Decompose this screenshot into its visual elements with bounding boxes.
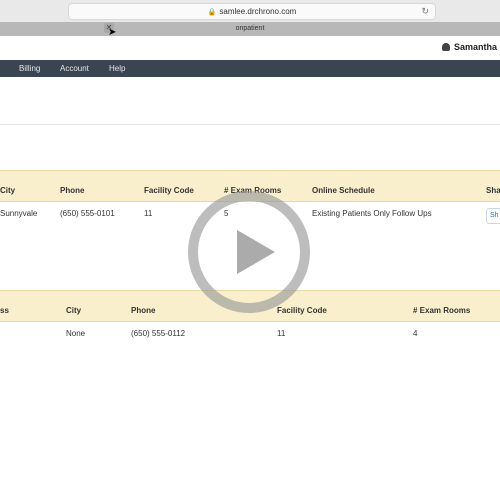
col-online-schedule: Online Schedule [312, 186, 375, 195]
tab-strip: onpatient ✕ [0, 22, 500, 37]
cell-city: Sunnyvale [0, 209, 38, 218]
share-button[interactable]: Sh [486, 208, 500, 224]
user-menu[interactable]: Samantha L [442, 42, 500, 52]
reload-icon[interactable]: ↻ [421, 4, 429, 19]
col-phone: Phone [131, 306, 156, 315]
col-city: City [66, 306, 82, 315]
browser-toolbar: 🔒 samlee.drchrono.com ↻ [0, 0, 500, 23]
tab-title[interactable]: onpatient [0, 22, 500, 36]
table-row: None (650) 555-0112 11 4 [0, 322, 500, 352]
lock-icon: 🔒 [207, 9, 217, 16]
main-nav: Billing Account Help [0, 60, 500, 77]
nav-billing[interactable]: Billing [19, 60, 40, 77]
url-text: samlee.drchrono.com [219, 7, 297, 16]
cell-city: None [66, 329, 86, 338]
col-exam-rooms: # Exam Rooms [413, 306, 471, 315]
cell-exam-rooms: 4 [413, 329, 418, 338]
cell-phone: (650) 555-0101 [60, 209, 115, 218]
cell-phone: (650) 555-0112 [131, 329, 186, 338]
address-bar[interactable]: 🔒 samlee.drchrono.com ↻ [68, 3, 436, 20]
col-phone: Phone [60, 186, 85, 195]
nav-help[interactable]: Help [109, 60, 125, 77]
cell-facility-code: 11 [144, 209, 153, 218]
col-city: City [0, 186, 16, 195]
cell-online-schedule: Existing Patients Only Follow Ups [312, 209, 432, 218]
user-bar: Samantha L [0, 36, 500, 60]
col-share: Sha [486, 186, 500, 195]
nav-account[interactable]: Account [60, 60, 89, 77]
section-divider [0, 124, 500, 125]
user-icon [442, 43, 450, 51]
user-name: Samantha L [454, 42, 500, 52]
col-address: ss [0, 306, 9, 315]
play-icon[interactable] [187, 190, 311, 314]
cell-facility-code: 11 [277, 329, 286, 338]
